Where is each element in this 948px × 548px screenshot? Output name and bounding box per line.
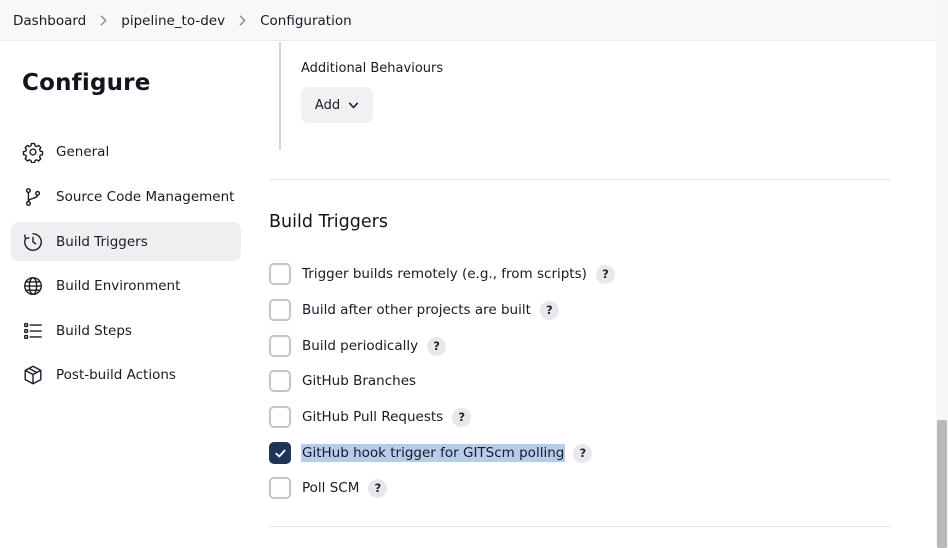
branch-icon <box>22 186 44 208</box>
additional-behaviours-label: Additional Behaviours <box>301 61 444 76</box>
chevron-right-icon <box>225 15 260 26</box>
build-triggers-heading: Build Triggers <box>269 212 388 232</box>
trigger-option: Build periodically? <box>269 334 447 358</box>
trigger-checkbox[interactable] <box>269 335 291 357</box>
trigger-label[interactable]: Poll SCM <box>301 479 360 497</box>
help-icon[interactable]: ? <box>368 478 388 498</box>
clock-icon <box>22 231 44 253</box>
gear-icon <box>22 141 44 163</box>
trigger-label[interactable]: Build periodically <box>301 337 419 355</box>
trigger-option: Poll SCM? <box>269 476 388 500</box>
sidebar-item-build-steps[interactable]: Build Steps <box>11 311 241 350</box>
help-icon[interactable]: ? <box>539 300 559 320</box>
breadcrumb: Dashboard pipeline_to-dev Configuration <box>13 0 352 41</box>
trigger-option: Build after other projects are built? <box>269 298 559 322</box>
add-behaviour-button[interactable]: Add <box>301 87 373 123</box>
trigger-checkbox[interactable] <box>269 263 291 285</box>
sidebar-item-build-triggers[interactable]: Build Triggers <box>11 222 241 261</box>
sidebar-item-source-code-management[interactable]: Source Code Management <box>11 177 241 216</box>
chevron-down-icon <box>348 102 359 108</box>
trigger-label[interactable]: Build after other projects are built <box>301 301 532 319</box>
sidebar-item-post-build-actions[interactable]: Post-build Actions <box>11 355 241 394</box>
nested-section-rule <box>279 42 281 150</box>
sidebar-item-label: General <box>56 143 110 160</box>
sidebar-item-label: Source Code Management <box>56 188 235 205</box>
sidebar-item-label: Build Environment <box>56 277 181 294</box>
scrollbar-thumb[interactable] <box>937 420 947 548</box>
top-bar: Dashboard pipeline_to-dev Configuration <box>0 0 948 41</box>
package-icon <box>22 364 44 386</box>
trigger-label[interactable]: GitHub hook trigger for GITScm polling <box>301 444 566 462</box>
trigger-label[interactable]: GitHub Branches <box>301 372 417 390</box>
trigger-checkbox[interactable] <box>269 370 291 392</box>
trigger-checkbox[interactable] <box>269 406 291 428</box>
list-icon <box>22 320 44 342</box>
trigger-option: GitHub Pull Requests? <box>269 405 472 429</box>
help-icon[interactable]: ? <box>595 264 615 284</box>
trigger-option: GitHub Branches <box>269 369 417 393</box>
trigger-label[interactable]: Trigger builds remotely (e.g., from scri… <box>301 265 588 283</box>
help-icon[interactable]: ? <box>427 336 447 356</box>
trigger-option: GitHub hook trigger for GITScm polling? <box>269 441 593 465</box>
page-title: Configure <box>22 70 151 96</box>
breadcrumb-pipeline[interactable]: pipeline_to-dev <box>121 13 225 29</box>
sidebar-item-label: Build Steps <box>56 322 132 339</box>
sidebar-item-build-environment[interactable]: Build Environment <box>11 266 241 305</box>
chevron-right-icon <box>86 15 121 26</box>
sidebar-item-general[interactable]: General <box>11 132 241 171</box>
trigger-option: Trigger builds remotely (e.g., from scri… <box>269 262 615 286</box>
help-icon[interactable]: ? <box>452 407 472 427</box>
section-divider <box>269 179 891 180</box>
trigger-checkbox[interactable] <box>269 442 291 464</box>
sidebar-item-label: Post-build Actions <box>56 366 176 383</box>
breadcrumb-configuration[interactable]: Configuration <box>260 13 352 29</box>
globe-icon <box>22 275 44 297</box>
add-button-label: Add <box>314 97 341 113</box>
trigger-label[interactable]: GitHub Pull Requests <box>301 408 444 426</box>
section-divider <box>269 526 891 527</box>
sidebar-item-label: Build Triggers <box>56 233 148 250</box>
trigger-checkbox[interactable] <box>269 299 291 321</box>
breadcrumb-dashboard[interactable]: Dashboard <box>13 13 86 29</box>
trigger-checkbox[interactable] <box>269 477 291 499</box>
checkmark-icon <box>274 449 286 457</box>
help-icon[interactable]: ? <box>573 443 593 463</box>
